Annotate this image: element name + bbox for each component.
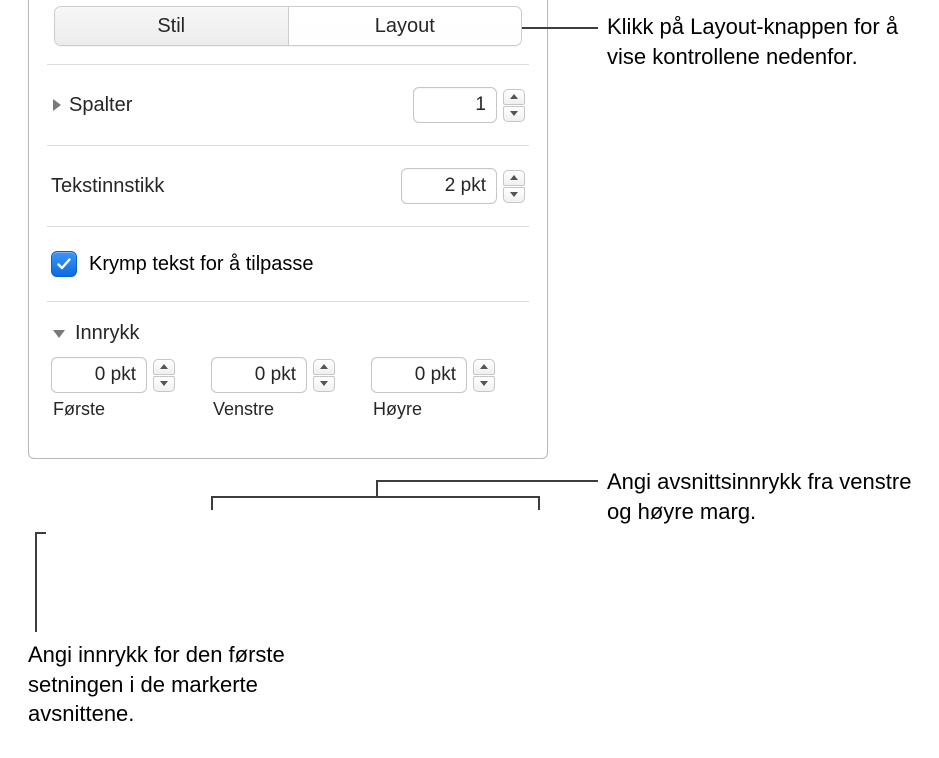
columns-label: Spalter [69,94,132,117]
layout-panel: Stil Layout Spalter 1 Tekstinnstikk 2 pk… [28,0,548,459]
text-inset-field[interactable]: 2 pkt [401,168,497,204]
indent-right-field[interactable]: 0 pkt [371,357,467,393]
indents-header-label: Innrykk [75,322,139,345]
indent-first-step-down[interactable] [153,376,175,392]
chevron-up-icon [510,175,518,180]
indent-first-field[interactable]: 0 pkt [51,357,147,393]
indent-left-step-up[interactable] [313,359,335,375]
indent-right-stepper [473,357,495,393]
chevron-down-icon [160,381,168,386]
indents-header[interactable]: Innrykk [49,302,527,357]
columns-stepper [503,87,525,123]
indent-right-col: 0 pkt Høyre [371,357,495,420]
lead-line [35,532,46,534]
shrink-text-row: Krymp tekst for å tilpasse [49,227,527,301]
callout-layout-button: Klikk på Layout-knappen for å vise kontr… [607,12,927,71]
shrink-text-label: Krymp tekst for å tilpasse [89,253,314,276]
indent-left-input: 0 pkt [211,357,335,393]
columns-step-down[interactable] [503,106,525,122]
columns-step-up[interactable] [503,89,525,105]
indent-first-stepper [153,357,175,393]
chevron-up-icon [510,94,518,99]
tab-stil-label: Stil [157,15,185,38]
text-inset-label: Tekstinnstikk [51,175,164,198]
indent-first-input: 0 pkt [51,357,175,393]
indent-right-step-up[interactable] [473,359,495,375]
columns-input: 1 [413,87,525,123]
shrink-text-checkbox[interactable] [51,251,77,277]
text-inset-label-wrap: Tekstinnstikk [51,175,164,198]
indent-first-label: Første [51,399,175,420]
indent-left-col: 0 pkt Venstre [211,357,335,420]
callout-margins: Angi avsnittsinnrykk fra venstre og høyr… [607,467,927,526]
indent-right-step-down[interactable] [473,376,495,392]
lead-line [377,480,551,482]
chevron-right-icon [53,99,61,111]
columns-field[interactable]: 1 [413,87,497,123]
indent-left-field[interactable]: 0 pkt [211,357,307,393]
check-icon [56,256,72,272]
columns-row: Spalter 1 [49,65,527,145]
chevron-up-icon [160,364,168,369]
lead-line [549,480,598,482]
chevron-down-icon [53,330,65,338]
indent-left-label: Venstre [211,399,335,420]
indent-first-step-up[interactable] [153,359,175,375]
tab-layout[interactable]: Layout [288,7,522,45]
indents-group: 0 pkt Første 0 pkt Venstre 0 pkt [49,357,527,428]
text-inset-row: Tekstinnstikk 2 pkt [49,146,527,226]
lead-line [522,27,598,29]
indent-right-input: 0 pkt [371,357,495,393]
stil-layout-tabs: Stil Layout [54,6,522,46]
bracket [211,496,540,510]
indent-right-label: Høyre [371,399,495,420]
text-inset-stepper [503,168,525,204]
chevron-up-icon [320,364,328,369]
text-inset-step-down[interactable] [503,187,525,203]
chevron-down-icon [320,381,328,386]
tab-stil[interactable]: Stil [55,7,288,45]
indent-left-stepper [313,357,335,393]
callout-first-line: Angi innrykk for den første setningen i … [28,640,348,729]
indent-first-col: 0 pkt Første [51,357,175,420]
indent-left-step-down[interactable] [313,376,335,392]
lead-line [35,532,37,632]
columns-label-wrap[interactable]: Spalter [51,94,132,117]
chevron-down-icon [480,381,488,386]
chevron-down-icon [510,192,518,197]
chevron-down-icon [510,111,518,116]
text-inset-input: 2 pkt [401,168,525,204]
tab-layout-label: Layout [375,15,435,38]
text-inset-step-up[interactable] [503,170,525,186]
chevron-up-icon [480,364,488,369]
lead-line [376,480,378,497]
